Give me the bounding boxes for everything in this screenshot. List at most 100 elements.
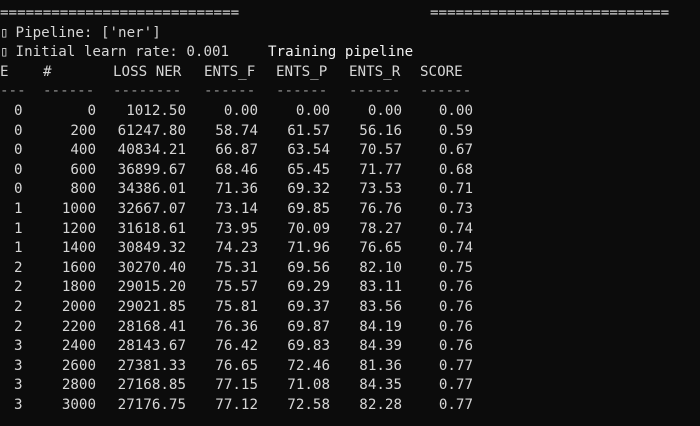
step-cell: 1800 bbox=[61, 279, 96, 296]
ents-f-cell: 68.46 bbox=[215, 161, 258, 178]
ents-f-cell: 58.74 bbox=[215, 122, 258, 139]
ents-r-cell: 73.53 bbox=[359, 181, 402, 198]
score-cell: 0.75 bbox=[438, 259, 473, 276]
ents-r-cell: 76.65 bbox=[359, 240, 402, 257]
divider: ------ bbox=[349, 83, 401, 100]
header-line: ============================ Training pi… bbox=[0, 4, 700, 60]
ents-r-cell: 0.00 bbox=[367, 102, 402, 119]
step-cell: 3000 bbox=[61, 396, 96, 413]
epoch-cell: 2 bbox=[14, 279, 23, 296]
step-cell: 2400 bbox=[61, 338, 96, 355]
divider: ------ bbox=[276, 83, 328, 100]
score-cell: 0.77 bbox=[438, 357, 473, 374]
ents-p-cell: 71.96 bbox=[287, 240, 330, 257]
ents-r-cell: 70.57 bbox=[359, 142, 402, 159]
ents-p-cell: 0.00 bbox=[295, 102, 330, 119]
table-row: 2 1600 30270.40 75.31 69.56 82.10 0.75 bbox=[0, 259, 700, 279]
ents-f-cell: 75.31 bbox=[215, 259, 258, 276]
header-rule-right: ============================ bbox=[430, 5, 670, 21]
loss-cell: 30270.40 bbox=[117, 259, 186, 276]
table-body: 0 0 1012.50 0.00 0.00 0.00 0.00 0 2 0 0 61247.80 58.… bbox=[0, 102, 700, 416]
ents-r-cell: 71.77 bbox=[359, 161, 402, 178]
table-row: 2 2000 29021.85 75.81 69.37 83.56 0.76 bbox=[0, 298, 700, 318]
loss-cell: 27168.85 bbox=[117, 377, 186, 394]
ents-r-cell: 83.11 bbox=[359, 279, 402, 296]
col-epoch: E bbox=[0, 63, 9, 80]
epoch-cell: 0 bbox=[14, 122, 23, 139]
step-cell: 1200 bbox=[61, 220, 96, 237]
ents-r-cell: 81.36 bbox=[359, 357, 402, 374]
ents-r-cell: 78.27 bbox=[359, 220, 402, 237]
terminal-window[interactable]: ============================ Training pi… bbox=[0, 0, 700, 426]
epoch-cell: 1 bbox=[14, 200, 23, 217]
learn-rate-line: ▯ Initial learn rate: 0.001 bbox=[0, 43, 700, 63]
table-row: 0 600 36899.67 68.46 65.45 71.77 0.68 bbox=[0, 161, 700, 181]
ents-p-cell: 61.57 bbox=[287, 122, 330, 139]
table-row: 1 1200 31618.61 73.95 70.09 78.27 0.74 bbox=[0, 220, 700, 240]
ents-r-cell: 84.39 bbox=[359, 338, 402, 355]
score-cell: 0.77 bbox=[438, 377, 473, 394]
ents-p-cell: 69.32 bbox=[287, 181, 330, 198]
table-row: 3 2400 28143.67 76.42 69.83 84.39 0.76 bbox=[0, 337, 700, 357]
table-row: 2 2200 28168.41 76.36 69.87 84.19 0.76 bbox=[0, 318, 700, 338]
loss-cell: 61247.80 bbox=[117, 122, 186, 139]
ents-f-cell: 0.00 bbox=[223, 102, 258, 119]
ents-f-cell: 76.42 bbox=[215, 338, 258, 355]
ents-p-cell: 72.58 bbox=[287, 396, 330, 413]
ents-f-cell: 71.36 bbox=[215, 181, 258, 198]
divider: ------ bbox=[43, 83, 95, 100]
table-row: 2 1800 29015.20 75.57 69.29 83.11 0.76 bbox=[0, 278, 700, 298]
loss-cell: 29015.20 bbox=[117, 279, 186, 296]
loss-cell: 29021.85 bbox=[117, 298, 186, 315]
col-score: SCORE bbox=[420, 63, 463, 80]
table-divider: --- ------ -------- ------ ------ ------… bbox=[0, 82, 700, 102]
ents-f-cell: 73.95 bbox=[215, 220, 258, 237]
step-cell: 1000 bbox=[61, 200, 96, 217]
ents-f-cell: 66.87 bbox=[215, 142, 258, 159]
epoch-cell: 0 bbox=[14, 142, 23, 159]
table-row: 0 200 61247.80 58.74 61.57 56.16 0.59 bbox=[0, 122, 700, 142]
epoch-cell: 3 bbox=[14, 357, 23, 374]
ents-f-cell: 76.36 bbox=[215, 318, 258, 335]
table-row: 1 1400 30849.32 74.23 71.96 76.65 0.74 bbox=[0, 239, 700, 259]
score-cell: 0.76 bbox=[438, 318, 473, 335]
table-row: 3 2800 27168.85 77.15 71.08 84.35 0.77 bbox=[0, 376, 700, 396]
epoch-cell: 2 bbox=[14, 259, 23, 276]
ents-f-cell: 75.81 bbox=[215, 298, 258, 315]
step-cell: 2800 bbox=[61, 377, 96, 394]
epoch-cell: 2 bbox=[14, 298, 23, 315]
table-row: 0 800 34386.01 71.36 69.32 73.53 0.71 bbox=[0, 180, 700, 200]
epoch-cell: 3 bbox=[14, 396, 23, 413]
ents-r-cell: 84.35 bbox=[359, 377, 402, 394]
ents-p-cell: 63.54 bbox=[287, 142, 330, 159]
step-cell: 0 bbox=[87, 102, 96, 119]
ents-p-cell: 69.29 bbox=[287, 279, 330, 296]
score-cell: 0.76 bbox=[438, 298, 473, 315]
epoch-cell: 1 bbox=[14, 220, 23, 237]
epoch-cell: 0 bbox=[14, 181, 23, 198]
step-cell: 2200 bbox=[61, 318, 96, 335]
score-cell: 0.00 bbox=[438, 102, 473, 119]
ents-r-cell: 82.10 bbox=[359, 259, 402, 276]
score-cell: 0.76 bbox=[438, 338, 473, 355]
epoch-cell: 2 bbox=[14, 318, 23, 335]
ents-p-cell: 69.87 bbox=[287, 318, 330, 335]
ents-f-cell: 77.12 bbox=[215, 396, 258, 413]
epoch-cell: 0 bbox=[14, 161, 23, 178]
loss-cell: 27176.75 bbox=[117, 396, 186, 413]
learn-rate-text: Initial learn rate: 0.001 bbox=[15, 44, 230, 61]
step-cell: 1600 bbox=[61, 259, 96, 276]
ents-f-cell: 76.65 bbox=[215, 357, 258, 374]
pipeline-line: ▯ Pipeline: ['ner'] bbox=[0, 24, 700, 44]
step-cell: 2000 bbox=[61, 298, 96, 315]
ents-p-cell: 70.09 bbox=[287, 220, 330, 237]
col-loss: LOSS NER bbox=[113, 63, 182, 80]
score-cell: 0.74 bbox=[438, 220, 473, 237]
divider: ------ bbox=[420, 83, 472, 100]
epoch-cell: 1 bbox=[14, 240, 23, 257]
loss-cell: 1012.50 bbox=[126, 102, 186, 119]
loss-cell: 31618.61 bbox=[117, 220, 186, 237]
step-cell: 1400 bbox=[61, 240, 96, 257]
col-ents-r: ENTS_R bbox=[349, 63, 401, 80]
info-icon: ▯ bbox=[0, 44, 9, 61]
